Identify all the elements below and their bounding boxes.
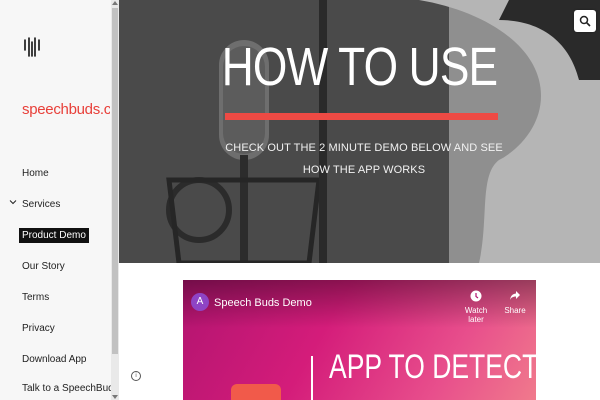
share-label: Share [504,306,526,315]
search-icon [579,15,591,27]
info-icon[interactable]: i [131,371,141,381]
sidebar-item-home[interactable]: Home [22,168,49,179]
sidebar-item-product-demo[interactable]: Product Demo [19,228,89,243]
sidebar-item-our-story[interactable]: Our Story [22,261,65,272]
share-arrow-icon [510,291,520,300]
clock-icon [470,290,482,302]
hero-title: HOW TO USE [221,37,498,97]
hero-banner: HOW TO USE CHECK OUT THE 2 MINUTE DEMO B… [119,0,600,263]
search-button[interactable] [574,10,596,32]
watch-later-button[interactable]: Watch later [456,290,496,324]
scrollbar-thumb[interactable] [112,8,118,354]
chevron-down-icon[interactable] [9,198,17,206]
hero-subtitle: CHECK OUT THE 2 MINUTE DEMO BELOW AND SE… [225,142,503,176]
sidebar-item-terms[interactable]: Terms [22,292,49,303]
sidebar-item-services[interactable]: Services [22,199,60,210]
video-title[interactable]: Speech Buds Demo [214,297,312,309]
sidebar-item-privacy[interactable]: Privacy [22,323,55,334]
sidebar-item-talk-to-speechbuds[interactable]: Talk to a SpeechBuds [22,383,111,394]
channel-avatar[interactable]: A [191,293,209,311]
video-divider [311,356,313,400]
video-player[interactable]: A Speech Buds Demo Watch later Share APP… [183,280,536,400]
watch-later-label: Watch later [464,306,488,324]
sidebar-item-download-app[interactable]: Download App [22,354,87,365]
video-headline: APP TO DETECT AND [329,348,536,386]
share-button[interactable]: Share [495,290,535,315]
sound-wave-icon[interactable] [22,36,42,60]
scroll-down-arrow-icon[interactable] [112,394,118,400]
video-play-button[interactable] [231,384,281,400]
sidebar-scrollbar[interactable] [111,0,119,400]
sidebar: speechbuds.c... Home Services Product De… [0,0,111,400]
scroll-up-arrow-icon[interactable] [112,0,118,6]
hero-accent-bar [225,113,498,120]
site-brand-link[interactable]: speechbuds.c... [22,101,110,118]
